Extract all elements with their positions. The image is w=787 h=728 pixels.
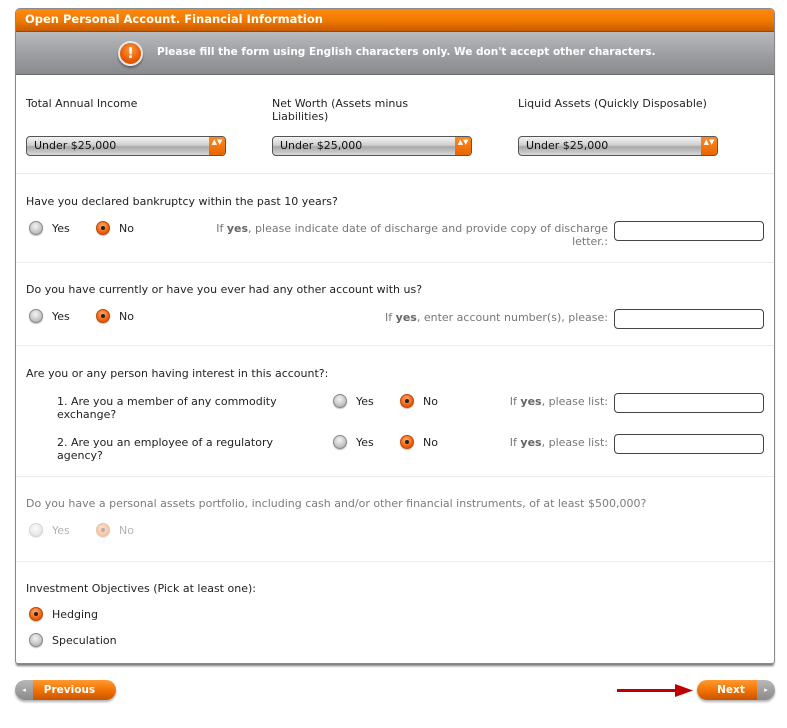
total-annual-income-select[interactable]: Under $25,000 ▲▼ bbox=[26, 136, 226, 156]
portfolio-question: Do you have a personal assets portfolio,… bbox=[26, 497, 647, 510]
portfolio-no-radio[interactable]: No bbox=[96, 523, 134, 537]
discharge-date-input[interactable] bbox=[614, 221, 764, 241]
radio-unchecked-icon bbox=[333, 394, 347, 408]
radio-unchecked-icon bbox=[29, 221, 43, 235]
financial-info-panel: Open Personal Account. Financial Informa… bbox=[15, 8, 775, 664]
previous-button[interactable]: ◂ Previous bbox=[15, 680, 116, 700]
radio-label: Speculation bbox=[52, 633, 117, 647]
total-annual-income-value: Under $25,000 bbox=[34, 139, 117, 152]
radio-checked-icon bbox=[29, 607, 43, 621]
liquid-assets-select[interactable]: Under $25,000 ▲▼ bbox=[518, 136, 718, 156]
next-button[interactable]: Next ▸ bbox=[697, 680, 775, 700]
interest-question: Are you or any person having interest in… bbox=[26, 367, 329, 380]
regulatory-agency-yes-radio[interactable]: Yes bbox=[333, 435, 374, 449]
commodity-exchange-input[interactable] bbox=[614, 393, 764, 413]
radio-checked-icon bbox=[400, 394, 414, 408]
bankruptcy-question: Have you declared bankruptcy within the … bbox=[26, 195, 338, 208]
portfolio-section: Do you have a personal assets portfolio,… bbox=[16, 478, 774, 562]
total-annual-income-label: Total Annual Income bbox=[26, 97, 138, 110]
radio-label: No bbox=[119, 523, 134, 537]
chevron-left-icon: ◂ bbox=[15, 680, 33, 700]
interest-section: Are you or any person having interest in… bbox=[16, 347, 774, 477]
hedging-radio[interactable]: Hedging bbox=[29, 607, 98, 621]
radio-unchecked-icon bbox=[29, 633, 43, 647]
other-account-hint: If yes, enter account number(s), please: bbox=[385, 311, 608, 324]
liquid-assets-label: Liquid Assets (Quickly Disposable) bbox=[518, 97, 707, 110]
chevron-right-icon: ▸ bbox=[757, 680, 775, 700]
radio-label: No bbox=[119, 309, 134, 323]
net-worth-label: Net Worth (Assets minus Liabilities) bbox=[272, 97, 409, 123]
radio-label: Yes bbox=[52, 523, 70, 537]
notice-bar: ! Please fill the form using English cha… bbox=[16, 32, 774, 75]
other-account-yes-radio[interactable]: Yes bbox=[29, 309, 70, 323]
other-account-no-radio[interactable]: No bbox=[96, 309, 134, 323]
select-arrows-icon: ▲▼ bbox=[701, 137, 717, 155]
panel-title: Open Personal Account. Financial Informa… bbox=[16, 9, 774, 32]
commodity-exchange-hint: If yes, please list: bbox=[509, 395, 608, 408]
regulatory-agency-no-radio[interactable]: No bbox=[400, 435, 438, 449]
bankruptcy-yes-radio[interactable]: Yes bbox=[29, 221, 70, 235]
radio-checked-icon bbox=[96, 523, 110, 537]
notice-text: Please fill the form using English chara… bbox=[157, 46, 656, 58]
regulatory-agency-input[interactable] bbox=[614, 434, 764, 454]
radio-unchecked-icon bbox=[333, 435, 347, 449]
exclamation-icon: ! bbox=[118, 41, 143, 66]
objectives-label: Investment Objectives (Pick at least one… bbox=[26, 582, 256, 595]
other-account-question: Do you have currently or have you ever h… bbox=[26, 283, 423, 296]
radio-unchecked-icon bbox=[29, 309, 43, 323]
account-numbers-input[interactable] bbox=[614, 309, 764, 329]
commodity-exchange-yes-radio[interactable]: Yes bbox=[333, 394, 374, 408]
radio-label: No bbox=[423, 394, 438, 408]
portfolio-yes-radio[interactable]: Yes bbox=[29, 523, 70, 537]
radio-label: Yes bbox=[52, 221, 70, 235]
radio-label: No bbox=[119, 221, 134, 235]
select-arrows-icon: ▲▼ bbox=[455, 137, 471, 155]
previous-label: Previous bbox=[33, 680, 116, 700]
select-arrows-icon: ▲▼ bbox=[209, 137, 225, 155]
next-label: Next bbox=[697, 680, 757, 700]
radio-label: No bbox=[423, 435, 438, 449]
radio-checked-icon bbox=[400, 435, 414, 449]
radio-label: Yes bbox=[356, 394, 374, 408]
bankruptcy-section: Have you declared bankruptcy within the … bbox=[16, 175, 774, 263]
objectives-section: Investment Objectives (Pick at least one… bbox=[16, 563, 774, 663]
radio-label: Yes bbox=[52, 309, 70, 323]
radio-label: Yes bbox=[356, 435, 374, 449]
radio-checked-icon bbox=[96, 309, 110, 323]
financials-section: Total Annual Income Under $25,000 ▲▼ Net… bbox=[16, 76, 774, 174]
commodity-exchange-no-radio[interactable]: No bbox=[400, 394, 438, 408]
radio-checked-icon bbox=[96, 221, 110, 235]
radio-unchecked-icon bbox=[29, 523, 43, 537]
regulatory-agency-question: 2. Are you an employee of a regulatory a… bbox=[57, 436, 273, 462]
net-worth-value: Under $25,000 bbox=[280, 139, 363, 152]
bankruptcy-hint: If yes, please indicate date of discharg… bbox=[216, 222, 608, 248]
net-worth-select[interactable]: Under $25,000 ▲▼ bbox=[272, 136, 472, 156]
bankruptcy-no-radio[interactable]: No bbox=[96, 221, 134, 235]
commodity-exchange-question: 1. Are you a member of any commodity exc… bbox=[57, 395, 277, 421]
regulatory-agency-hint: If yes, please list: bbox=[509, 436, 608, 449]
speculation-radio[interactable]: Speculation bbox=[29, 633, 117, 647]
liquid-assets-value: Under $25,000 bbox=[526, 139, 609, 152]
other-account-section: Do you have currently or have you ever h… bbox=[16, 264, 774, 346]
radio-label: Hedging bbox=[52, 607, 99, 621]
pointer-arrow-icon bbox=[617, 684, 693, 697]
